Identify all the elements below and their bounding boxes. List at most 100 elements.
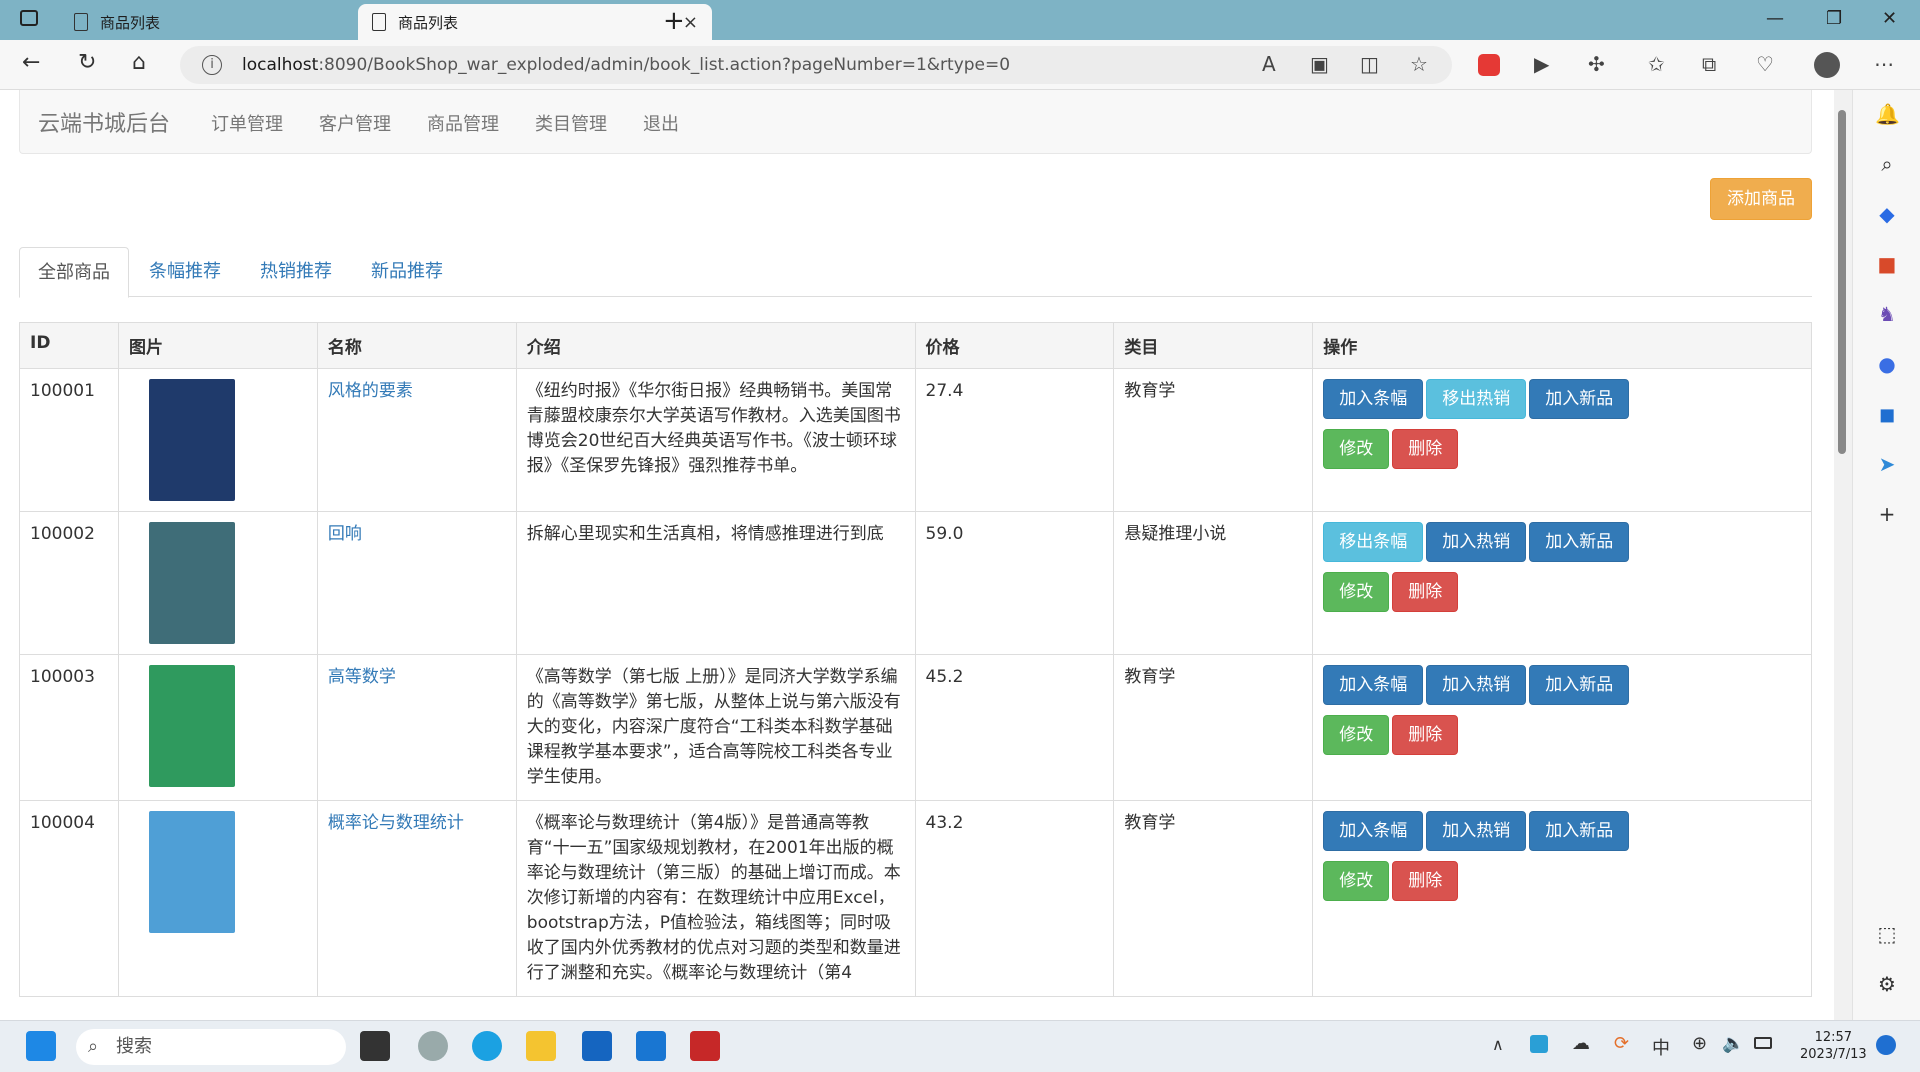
search-icon[interactable]: ⌕ — [1875, 152, 1899, 176]
more-menu-icon[interactable]: ⋯ — [1874, 52, 1894, 76]
table-row: 100003 高等数学 《高等数学（第七版 上册）》是同济大学数学系编的《高等数学》… — [19, 654, 1812, 801]
volume-icon[interactable]: 🔈 — [1722, 1033, 1744, 1054]
tab-close-icon[interactable]: × — [683, 12, 698, 33]
tab-all-products[interactable]: 全部商品 — [19, 247, 129, 298]
book-name-link[interactable]: 风格的要素 — [328, 381, 413, 401]
refresh-icon[interactable]: ↻ — [78, 50, 96, 75]
book-name-link[interactable]: 回响 — [328, 524, 362, 544]
tray-app-icon[interactable] — [1530, 1035, 1548, 1053]
action-button[interactable]: 加入条幅 — [1323, 665, 1424, 705]
minimize-button[interactable]: — — [1766, 8, 1784, 29]
input-method-indicator[interactable]: 中 — [1652, 1034, 1670, 1060]
action-button[interactable]: 加入新品 — [1529, 665, 1630, 705]
games-icon[interactable]: ♞ — [1875, 302, 1899, 326]
action-button[interactable]: 加入条幅 — [1323, 811, 1424, 851]
read-aloud-icon[interactable]: A — [1262, 52, 1276, 76]
tab-hot[interactable]: 热销推荐 — [242, 247, 350, 298]
home-icon[interactable]: ⌂ — [132, 50, 146, 75]
nav-categories[interactable]: 类目管理 — [535, 110, 607, 136]
bell-icon[interactable]: 🔔 — [1875, 102, 1900, 126]
cell-intro: 《纽约时报》《华尔街日报》经典畅销书。美国常青藤盟校康奈尔大学英语写作教材。入选… — [515, 368, 916, 512]
send-icon[interactable]: ➤ — [1875, 452, 1899, 476]
widgets-icon[interactable] — [418, 1031, 448, 1061]
taskbar-clock[interactable]: 12:57 2023/7/13 — [1800, 1029, 1867, 1063]
action-button[interactable]: 加入热销 — [1426, 522, 1527, 562]
copilot-icon[interactable]: ● — [1875, 352, 1899, 376]
immersive-reader-icon[interactable]: ▣ — [1310, 52, 1329, 76]
action-button[interactable]: 修改 — [1323, 861, 1390, 901]
battery-icon[interactable] — [1754, 1037, 1772, 1049]
split-screen-icon[interactable]: ◫ — [1360, 52, 1379, 76]
cell-image — [117, 368, 318, 512]
extension-red-icon[interactable] — [1478, 54, 1500, 76]
network-icon[interactable]: ⊕ — [1692, 1033, 1707, 1054]
action-button[interactable]: 加入条幅 — [1323, 379, 1424, 419]
cell-price: 45.2 — [914, 654, 1115, 801]
new-tab-button[interactable]: + — [663, 6, 685, 36]
close-window-button[interactable]: ✕ — [1882, 8, 1897, 29]
maximize-button[interactable]: ❐ — [1826, 8, 1842, 29]
action-button[interactable]: 删除 — [1392, 572, 1459, 612]
favorites-icon[interactable]: ✩ — [1648, 52, 1665, 76]
favorite-star-icon[interactable]: ☆ — [1410, 52, 1428, 76]
book-name-link[interactable]: 高等数学 — [328, 667, 396, 687]
action-button[interactable]: 加入新品 — [1529, 811, 1630, 851]
task-view-icon[interactable] — [360, 1031, 390, 1061]
tab-title: 商品列表 — [100, 13, 161, 32]
book-cover-image — [148, 379, 235, 501]
tab-new[interactable]: 新品推荐 — [353, 247, 461, 298]
site-brand[interactable]: 云端书城后台 — [38, 106, 170, 138]
action-button[interactable]: 删除 — [1392, 429, 1459, 469]
add-product-button[interactable]: 添加商品 — [1710, 178, 1812, 220]
notification-badge[interactable] — [1876, 1035, 1896, 1055]
tools-icon[interactable]: ■ — [1875, 252, 1899, 276]
edge-browser-icon[interactable] — [472, 1031, 502, 1061]
cell-image — [117, 800, 318, 997]
action-button[interactable]: 移出热销 — [1426, 379, 1527, 419]
windows-start-icon[interactable] — [26, 1031, 56, 1061]
table-header-row: ID 图片 名称 介绍 价格 类目 操作 — [19, 322, 1812, 369]
action-button[interactable]: 删除 — [1392, 715, 1459, 755]
mail-icon[interactable] — [636, 1031, 666, 1061]
cloud-icon[interactable]: ☁ — [1572, 1033, 1590, 1054]
intellij-icon[interactable] — [690, 1031, 720, 1061]
cell-actions: 加入条幅 加入热销 加入新品修改 删除 — [1312, 654, 1812, 801]
browser-essentials-icon[interactable]: ♡ — [1756, 52, 1774, 76]
action-button[interactable]: 删除 — [1392, 861, 1459, 901]
add-sidebar-icon[interactable]: + — [1875, 502, 1899, 526]
back-icon[interactable]: ← — [22, 50, 40, 75]
settings-gear-icon[interactable]: ⚙ — [1875, 972, 1899, 996]
nav-orders[interactable]: 订单管理 — [211, 110, 283, 136]
action-button[interactable]: 加入热销 — [1426, 811, 1527, 851]
play-icon[interactable]: ▶ — [1534, 52, 1549, 76]
outlook-icon[interactable]: ◼ — [1875, 402, 1899, 426]
avatar[interactable] — [1814, 52, 1840, 78]
nav-customers[interactable]: 客户管理 — [319, 110, 391, 136]
extensions-icon[interactable]: ✣ — [1588, 52, 1605, 76]
scrollbar-thumb[interactable] — [1838, 110, 1846, 454]
nav-logout[interactable]: 退出 — [643, 110, 679, 136]
tray-chevron-icon[interactable]: ∧ — [1492, 1035, 1504, 1054]
tab-title: 商品列表 — [398, 13, 459, 32]
taskbar-search[interactable]: ⌕ 搜索 — [76, 1029, 346, 1065]
tab-actions-icon[interactable] — [20, 10, 38, 26]
cell-price: 59.0 — [914, 511, 1115, 655]
screenshot-icon[interactable]: ⬚ — [1875, 922, 1899, 946]
action-button[interactable]: 加入新品 — [1529, 379, 1630, 419]
nav-products[interactable]: 商品管理 — [427, 110, 499, 136]
collections-icon[interactable]: ⧉ — [1702, 52, 1716, 76]
action-button[interactable]: 加入新品 — [1529, 522, 1630, 562]
shopping-tag-icon[interactable]: ◆ — [1875, 202, 1899, 226]
site-info-icon[interactable]: i — [202, 55, 222, 75]
file-explorer-icon[interactable] — [526, 1031, 556, 1061]
sync-icon[interactable]: ⟳ — [1614, 1033, 1629, 1054]
action-button[interactable]: 修改 — [1323, 429, 1390, 469]
action-button[interactable]: 移出条幅 — [1323, 522, 1424, 562]
action-button[interactable]: 修改 — [1323, 715, 1390, 755]
tab-banner[interactable]: 条幅推荐 — [131, 247, 239, 298]
book-name-link[interactable]: 概率论与数理统计 — [328, 813, 464, 833]
browser-tab-2[interactable]: 商品列表 × — [358, 4, 712, 40]
security-app-icon[interactable] — [582, 1031, 612, 1061]
action-button[interactable]: 加入热销 — [1426, 665, 1527, 705]
action-button[interactable]: 修改 — [1323, 572, 1390, 612]
